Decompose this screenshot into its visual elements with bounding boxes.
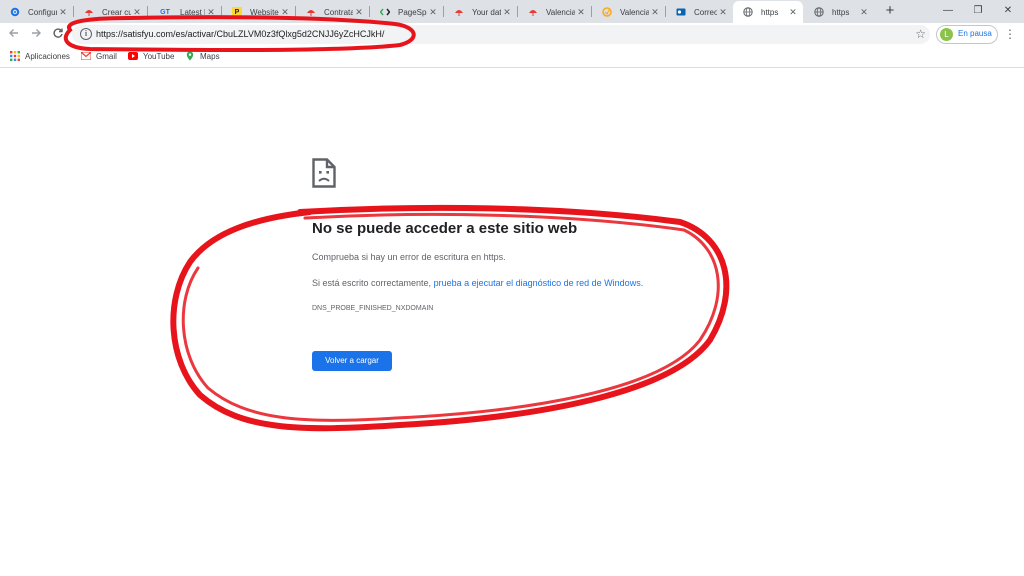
- bookmark-gmail[interactable]: Gmail: [81, 50, 117, 62]
- close-icon[interactable]: ✕: [717, 7, 729, 18]
- maps-icon: [185, 51, 195, 61]
- forward-button[interactable]: [29, 27, 43, 41]
- tab-label: Configur: [28, 7, 57, 17]
- bookmark-maps[interactable]: Maps: [185, 50, 220, 62]
- window-close-button[interactable]: ✕: [1000, 3, 1016, 19]
- url-text[interactable]: https://satisfyu.com/es/activar/CbuLZLVM…: [96, 29, 384, 39]
- reload-button[interactable]: [51, 27, 65, 41]
- avatar: L: [940, 28, 953, 41]
- error-code: DNS_PROBE_FINISHED_NXDOMAIN: [312, 305, 434, 312]
- tab-latest[interactable]: GT Latest Fi ✕: [148, 2, 221, 22]
- close-icon[interactable]: ✕: [649, 7, 661, 18]
- bookmark-youtube[interactable]: YouTube: [128, 50, 174, 62]
- tab-your-data[interactable]: Your dat ✕: [444, 2, 517, 22]
- umbrella-icon: [84, 7, 94, 17]
- tab-contrata[interactable]: Contrata ✕: [296, 2, 369, 22]
- umbrella-icon: [528, 7, 538, 17]
- tab-label: Contrata: [324, 7, 353, 17]
- tab-label: Crear cu: [102, 7, 131, 17]
- error-annotation-circle: [170, 204, 730, 432]
- new-tab-button[interactable]: +: [882, 3, 898, 19]
- back-button[interactable]: [7, 27, 21, 41]
- tab-valencia-1[interactable]: Valencia ✕: [518, 2, 591, 22]
- diagnostic-link[interactable]: prueba a ejecutar el diagnóstico de red …: [434, 278, 641, 288]
- tab-https-active[interactable]: https ✕: [733, 1, 803, 23]
- tab-valencia-2[interactable]: Valencia ✕: [592, 2, 665, 22]
- tab-label: Valencia: [546, 7, 575, 17]
- tab-label: Your dat: [472, 7, 501, 17]
- close-icon[interactable]: ✕: [279, 7, 291, 18]
- outlook-icon: [676, 7, 686, 17]
- bookmark-label: YouTube: [143, 51, 175, 61]
- apps-grid-icon: [10, 51, 20, 61]
- star-icon[interactable]: ☆: [915, 27, 926, 41]
- error-annotation-circle-second-stroke: [181, 212, 720, 422]
- circle-logo-icon: [602, 7, 612, 17]
- tab-label: PageSpe: [398, 7, 427, 17]
- back-arrow-icon: [9, 29, 18, 37]
- address-bar[interactable]: i https://satisfyu.com/es/activar/CbuLZL…: [72, 25, 930, 44]
- close-icon[interactable]: ✕: [353, 7, 365, 18]
- close-icon[interactable]: ✕: [858, 7, 870, 18]
- tab-label: Website: [250, 7, 279, 17]
- umbrella-icon: [454, 7, 464, 17]
- profile-button[interactable]: L En pausa: [936, 25, 998, 44]
- gmail-icon: [81, 51, 91, 61]
- close-icon[interactable]: ✕: [501, 7, 513, 18]
- tab-label: https: [761, 7, 779, 17]
- umbrella-icon: [306, 7, 316, 17]
- tab-correo[interactable]: Correo: ✕: [666, 2, 733, 22]
- close-icon[interactable]: ✕: [787, 7, 799, 18]
- gt-icon: GT: [160, 8, 170, 16]
- close-icon[interactable]: ✕: [427, 7, 439, 18]
- close-icon[interactable]: ✕: [131, 7, 143, 18]
- reload-icon: [53, 28, 63, 38]
- bookmark-label: Maps: [200, 51, 220, 61]
- sad-page-icon: [312, 158, 336, 193]
- code-icon: [380, 7, 390, 17]
- bookmark-apps[interactable]: Aplicaciones: [10, 50, 70, 62]
- gear-icon: [10, 7, 20, 17]
- error-hint: Comprueba si hay un error de escritura e…: [312, 252, 506, 262]
- globe-icon: [814, 7, 824, 17]
- tab-pagespeed[interactable]: PageSpe ✕: [370, 2, 443, 22]
- p-logo-icon: P: [232, 7, 242, 17]
- info-icon[interactable]: i: [80, 28, 92, 40]
- tab-label: Correo:: [694, 7, 717, 17]
- youtube-icon: [128, 51, 138, 61]
- toolbar: i https://satisfyu.com/es/activar/CbuLZL…: [0, 23, 1024, 46]
- tab-configuracion[interactable]: Configur ✕: [0, 2, 73, 22]
- error-diagnostic-line: Si está escrito correctamente, prueba a …: [312, 278, 643, 288]
- minimize-button[interactable]: —: [940, 3, 956, 19]
- tab-label: https: [832, 7, 850, 17]
- reload-page-button[interactable]: Volver a cargar: [312, 351, 392, 371]
- tab-https[interactable]: https ✕: [804, 2, 874, 22]
- close-icon[interactable]: ✕: [57, 7, 69, 18]
- restore-button[interactable]: ❐: [970, 3, 986, 19]
- error-title: No se puede acceder a este sitio web: [312, 220, 578, 237]
- profile-status-label: En pausa: [958, 29, 992, 38]
- globe-icon: [743, 7, 753, 17]
- bookmarks-bar: Aplicaciones Gmail YouTube Maps: [0, 46, 1024, 68]
- diagnostic-suffix: .: [640, 278, 644, 288]
- bookmark-label: Gmail: [96, 51, 117, 61]
- tab-strip: Configur ✕ Crear cu ✕ GT Latest Fi ✕ P W…: [0, 0, 1024, 23]
- red-annotation-overlay: [63, 15, 730, 432]
- forward-arrow-icon: [32, 29, 41, 37]
- diagnostic-prefix: Si está escrito correctamente,: [312, 278, 434, 288]
- menu-dots-icon[interactable]: ⋮: [1004, 26, 1016, 42]
- tab-crear-cuenta[interactable]: Crear cu ✕: [74, 2, 147, 22]
- close-icon[interactable]: ✕: [575, 7, 587, 18]
- tab-label: Latest Fi: [180, 7, 205, 17]
- browser-window: Configur ✕ Crear cu ✕ GT Latest Fi ✕ P W…: [0, 0, 1024, 576]
- bookmark-label: Aplicaciones: [25, 51, 70, 61]
- tab-website[interactable]: P Website ✕: [222, 2, 295, 22]
- tab-label: Valencia: [620, 7, 649, 17]
- close-icon[interactable]: ✕: [205, 7, 217, 18]
